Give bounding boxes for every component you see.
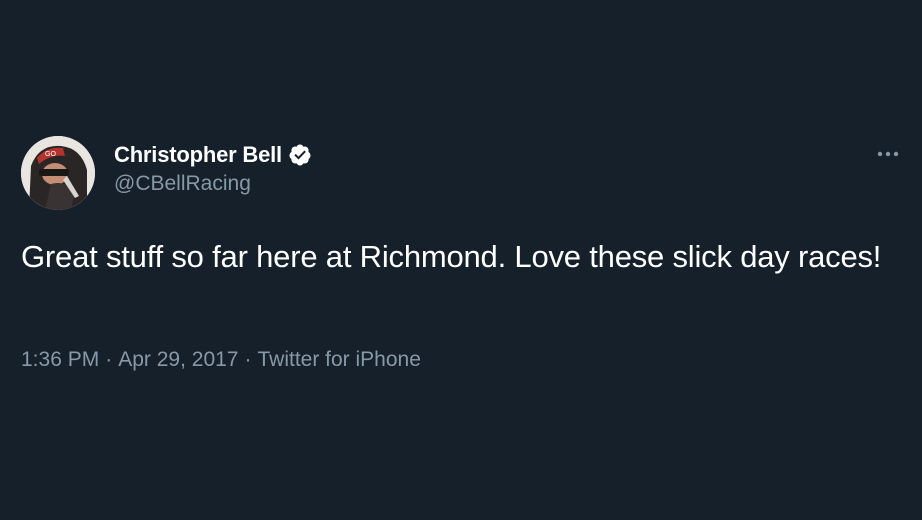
more-options-button[interactable] bbox=[872, 142, 904, 166]
avatar[interactable]: GO bbox=[21, 136, 95, 210]
tweet-date[interactable]: Apr 29, 2017 bbox=[118, 348, 238, 371]
meta-separator: · bbox=[244, 348, 252, 371]
tweet-time[interactable]: 1:36 PM bbox=[21, 348, 99, 371]
svg-text:GO: GO bbox=[45, 151, 56, 158]
verified-badge-icon bbox=[289, 144, 311, 166]
author-display-name[interactable]: Christopher Bell bbox=[114, 142, 282, 168]
tweet-card: GO Christopher Bell @CBellRacing Great s… bbox=[0, 0, 922, 520]
tweet-source[interactable]: Twitter for iPhone bbox=[257, 348, 420, 371]
author-handle[interactable]: @CBellRacing bbox=[114, 172, 251, 196]
more-options-icon bbox=[877, 151, 899, 157]
tweet-metadata: 1:36 PM · Apr 29, 2017 · Twitter for iPhone bbox=[21, 348, 421, 372]
tweet-text: Great stuff so far here at Richmond. Lov… bbox=[21, 239, 882, 274]
meta-separator: · bbox=[105, 348, 113, 371]
author-name-row[interactable]: Christopher Bell bbox=[114, 140, 312, 170]
profile-photo-icon: GO bbox=[21, 136, 95, 210]
